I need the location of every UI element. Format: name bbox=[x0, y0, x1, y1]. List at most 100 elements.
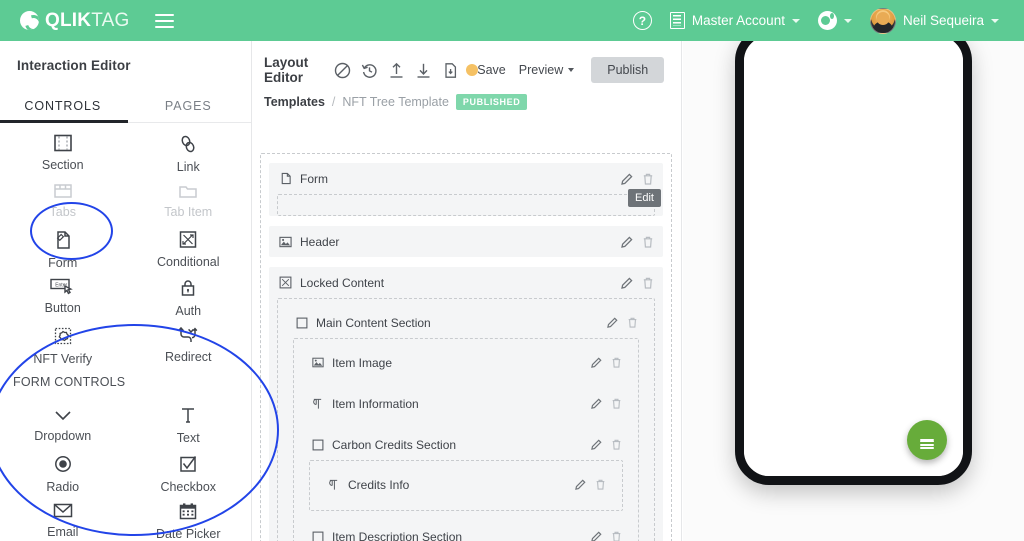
breadcrumb-separator: / bbox=[331, 94, 336, 109]
tree-dropzone[interactable] bbox=[277, 194, 655, 216]
upload-icon[interactable] bbox=[386, 60, 406, 80]
control-button[interactable]: Enter Button bbox=[0, 267, 126, 315]
tree-node-main-content-section[interactable]: Main Content Section Item Image Item Inf… bbox=[285, 307, 647, 541]
control-tab-item[interactable]: Tab Item bbox=[126, 171, 252, 219]
trash-icon[interactable] bbox=[611, 439, 622, 450]
disable-icon[interactable] bbox=[332, 60, 352, 80]
layout-editor-header: Layout Editor Save Preview Publish bbox=[252, 41, 681, 85]
tree-node-row[interactable]: Credits Info bbox=[317, 469, 615, 500]
control-section[interactable]: Section bbox=[0, 123, 126, 172]
user-menu[interactable]: Neil Sequeira bbox=[861, 7, 1008, 34]
breadcrumb-root[interactable]: Templates bbox=[264, 95, 325, 109]
edit-pencil-icon[interactable] bbox=[607, 317, 618, 328]
preview-dropdown[interactable]: Preview bbox=[518, 63, 575, 77]
edit-pencil-icon[interactable] bbox=[621, 276, 633, 289]
tree-node-row[interactable]: Item Information bbox=[301, 388, 631, 419]
trash-icon[interactable] bbox=[611, 357, 622, 368]
trash-icon[interactable] bbox=[595, 479, 606, 490]
control-link[interactable]: Link bbox=[126, 123, 252, 174]
tree-node-locked-content[interactable]: Locked Content Main Content Section Item… bbox=[269, 267, 663, 541]
control-form[interactable]: Form bbox=[0, 219, 126, 270]
edit-pencil-icon[interactable] bbox=[621, 172, 633, 185]
hamburger-icon[interactable] bbox=[155, 13, 175, 28]
control-date-picker[interactable]: Date Picker bbox=[126, 491, 252, 541]
tree-node-row[interactable]: Header bbox=[269, 226, 663, 257]
tree-node-item-description-section[interactable]: Item Description Section bbox=[301, 521, 631, 541]
control-label: Section bbox=[41, 158, 84, 172]
chevron-down-icon bbox=[52, 406, 74, 423]
control-redirect[interactable]: Redirect bbox=[126, 315, 252, 364]
breadcrumb-current: NFT Tree Template bbox=[342, 94, 449, 109]
checkbox-icon bbox=[178, 454, 198, 474]
control-nft-verify[interactable]: NFT Verify bbox=[0, 315, 126, 366]
panel-title: Interaction Editor bbox=[17, 58, 131, 73]
image-icon bbox=[278, 234, 293, 249]
help-button[interactable]: ? bbox=[624, 11, 661, 30]
tree-node-form[interactable]: Form Edit bbox=[269, 163, 663, 216]
topbar-right-group: ? Master Account Neil Sequeira bbox=[624, 7, 1008, 34]
tab-pages[interactable]: PAGES bbox=[126, 91, 252, 122]
tree-node-row[interactable]: Carbon Credits Section bbox=[301, 429, 631, 460]
edit-pencil-icon[interactable] bbox=[591, 439, 602, 450]
form-icon bbox=[53, 230, 73, 250]
trash-icon[interactable] bbox=[642, 236, 654, 248]
layout-tree-root[interactable]: Form Edit Header Locked Content Main Con… bbox=[260, 153, 672, 541]
history-icon[interactable] bbox=[359, 60, 379, 80]
trash-icon[interactable] bbox=[611, 531, 622, 541]
edit-pencil-icon[interactable] bbox=[591, 398, 602, 409]
phone-screen[interactable] bbox=[744, 36, 963, 476]
tree-node-actions bbox=[591, 531, 622, 541]
control-tabs[interactable]: Tabs bbox=[0, 171, 126, 219]
download-icon[interactable] bbox=[413, 60, 433, 80]
tree-node-row[interactable]: Form bbox=[269, 163, 663, 194]
brand-logo[interactable]: QLIKTAG bbox=[20, 10, 129, 32]
control-auth[interactable]: Auth bbox=[126, 267, 252, 318]
tree-node-row[interactable]: Locked Content bbox=[269, 267, 663, 298]
control-label: Date Picker bbox=[155, 527, 221, 541]
tree-node-row[interactable]: Main Content Section bbox=[285, 307, 647, 338]
tree-node-header[interactable]: Header bbox=[269, 226, 663, 257]
edit-pencil-icon[interactable] bbox=[621, 235, 633, 248]
tree-node-row[interactable]: Item Image bbox=[301, 347, 631, 378]
control-conditional[interactable]: Conditional bbox=[126, 219, 252, 269]
trash-icon[interactable] bbox=[642, 277, 654, 289]
qliktag-logo-icon bbox=[20, 11, 39, 30]
tab-controls[interactable]: CONTROLS bbox=[0, 91, 126, 122]
tree-children-carbon-credits[interactable]: Credits Info bbox=[309, 460, 623, 511]
paragraph-icon bbox=[326, 477, 341, 492]
control-dropdown[interactable]: Dropdown bbox=[0, 395, 126, 443]
tree-node-carbon-credits-section[interactable]: Carbon Credits Section Credits Info bbox=[301, 429, 631, 511]
control-label: Dropdown bbox=[34, 429, 92, 443]
tree-node-item-image[interactable]: Item Image bbox=[301, 347, 631, 378]
tree-children-main-content[interactable]: Item Image Item Information Carbon Credi… bbox=[293, 338, 639, 541]
control-checkbox[interactable]: Checkbox bbox=[126, 443, 252, 494]
control-radio[interactable]: Radio bbox=[0, 443, 126, 494]
save-label: Save bbox=[477, 63, 506, 77]
tree-children-locked-content[interactable]: Main Content Section Item Image Item Inf… bbox=[277, 298, 655, 541]
text-icon bbox=[178, 406, 198, 425]
tree-node-item-information[interactable]: Item Information bbox=[301, 388, 631, 419]
menu-fab-button[interactable] bbox=[907, 420, 947, 460]
control-text[interactable]: Text bbox=[126, 395, 252, 445]
tree-node-actions bbox=[607, 317, 638, 328]
language-selector[interactable] bbox=[809, 11, 861, 30]
account-selector[interactable]: Master Account bbox=[661, 12, 809, 29]
edit-pencil-icon[interactable] bbox=[591, 357, 602, 368]
trash-icon[interactable] bbox=[642, 173, 654, 185]
export-icon[interactable] bbox=[440, 60, 460, 80]
trash-icon[interactable] bbox=[611, 398, 622, 409]
trash-icon[interactable] bbox=[627, 317, 638, 328]
save-button[interactable]: Save bbox=[465, 63, 506, 77]
tree-node-row[interactable]: Item Description Section bbox=[301, 521, 631, 541]
gear-icon[interactable] bbox=[679, 61, 681, 79]
control-email[interactable]: Email bbox=[0, 491, 126, 539]
tree-node-credits-info[interactable]: Credits Info bbox=[317, 469, 615, 500]
tree-node-actions bbox=[591, 357, 622, 368]
layout-editor-panel: Layout Editor Save Preview Publish Templ… bbox=[252, 41, 682, 541]
globe-icon bbox=[817, 11, 837, 30]
preview-label: Preview bbox=[518, 63, 564, 77]
edit-pencil-icon[interactable] bbox=[575, 479, 586, 490]
control-label: Tab Item bbox=[164, 205, 213, 219]
publish-button[interactable]: Publish bbox=[591, 57, 665, 83]
edit-pencil-icon[interactable] bbox=[591, 531, 602, 541]
